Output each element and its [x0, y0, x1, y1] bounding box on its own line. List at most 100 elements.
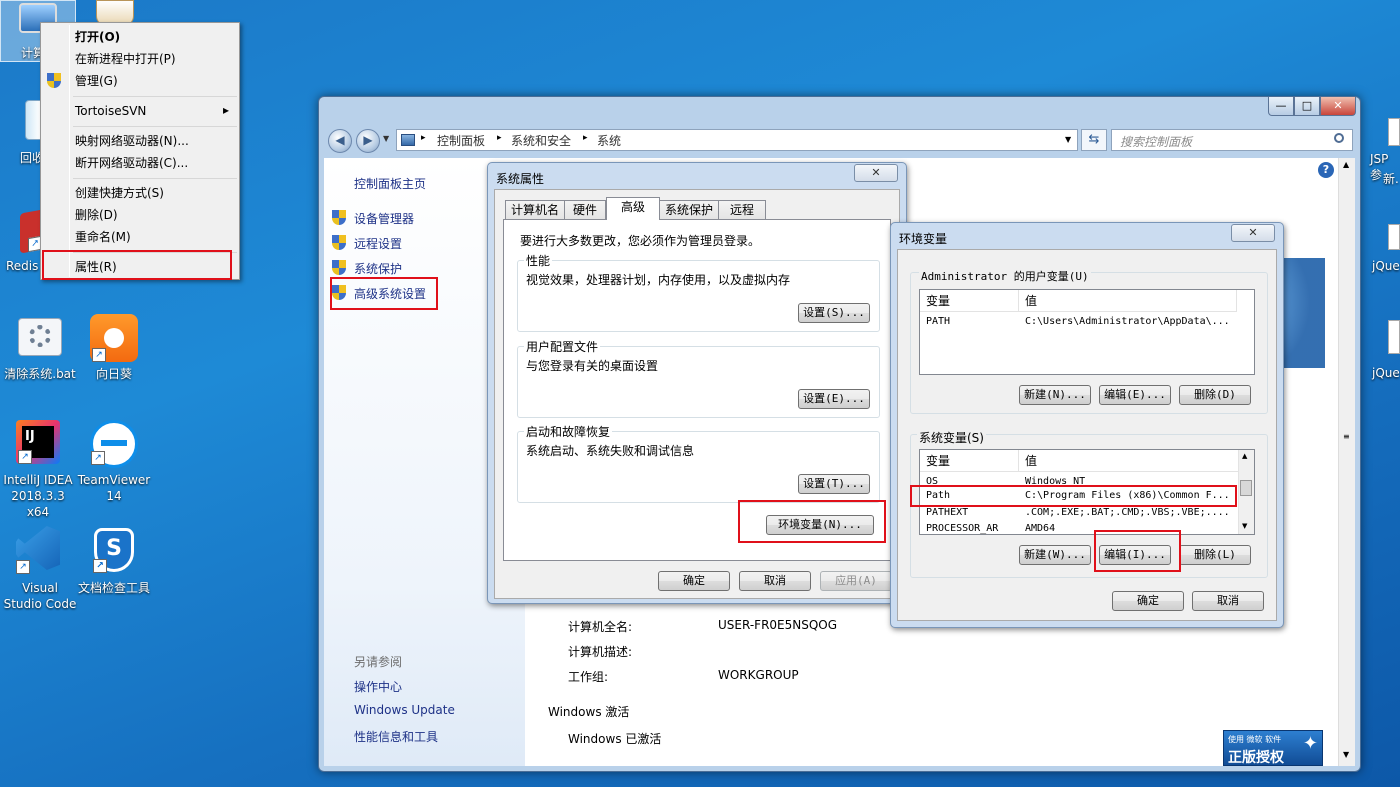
- genuine-badge[interactable]: 使用 微软 软件 正版授权 ✦: [1223, 730, 1323, 766]
- variable-name: PROCESSOR_AR: [926, 523, 999, 534]
- nav-device-manager[interactable]: 设备管理器: [354, 210, 414, 227]
- shortcut-arrow-icon: ↗: [16, 560, 30, 574]
- column-header-name[interactable]: 变量: [920, 290, 1019, 312]
- user-variables-group: Administrator 的用户变量(U) 变量 值 PATH C:\User…: [910, 268, 1268, 414]
- close-button[interactable]: ✕: [854, 164, 898, 182]
- tab-system-protection[interactable]: 系统保护: [659, 200, 719, 220]
- breadcrumb-separator-icon: ▸: [497, 133, 502, 143]
- desktop-icon-teamviewer[interactable]: ↗ TeamViewer 14: [74, 420, 154, 503]
- menu-separator: [73, 178, 237, 179]
- control-panel-icon: [401, 134, 415, 146]
- document-icon[interactable]: [1388, 224, 1400, 250]
- user-delete-button[interactable]: 删除(D): [1179, 385, 1251, 405]
- scroll-up-icon[interactable]: ▲: [1242, 452, 1247, 460]
- back-button[interactable]: ◀: [328, 129, 352, 153]
- tab-remote[interactable]: 远程: [718, 200, 766, 220]
- close-button[interactable]: ✕: [1231, 224, 1275, 242]
- see-also-action-center[interactable]: 操作中心: [354, 678, 402, 695]
- breadcrumb-item[interactable]: 系统和安全: [511, 132, 571, 149]
- activation-heading: Windows 激活: [548, 705, 630, 719]
- admin-note: 要进行大多数更改，您必须作为管理员登录。: [520, 234, 761, 248]
- tab-hardware[interactable]: 硬件: [564, 200, 606, 220]
- user-new-button[interactable]: 新建(N)...: [1019, 385, 1091, 405]
- group-description: 与您登录有关的桌面设置: [526, 359, 659, 373]
- search-input[interactable]: 搜索控制面板: [1111, 129, 1353, 151]
- table-row[interactable]: PATH C:\Users\Administrator\AppData\...: [920, 314, 1254, 330]
- highlight-box: [738, 500, 886, 543]
- system-delete-button[interactable]: 删除(L): [1179, 545, 1251, 565]
- ok-button[interactable]: 确定: [1112, 591, 1184, 611]
- variable-value: .COM;.EXE;.BAT;.CMD;.VBS;.VBE;....: [1025, 507, 1230, 518]
- apply-button[interactable]: 应用(A): [820, 571, 892, 591]
- help-icon[interactable]: ?: [1318, 162, 1334, 178]
- menu-item-manage[interactable]: 管理(G): [75, 71, 118, 91]
- tab-advanced[interactable]: 高级: [606, 197, 660, 220]
- uac-shield-icon: [47, 73, 61, 88]
- user-variables-list[interactable]: 变量 值 PATH C:\Users\Administrator\AppData…: [919, 289, 1255, 375]
- menu-item-rename[interactable]: 重命名(M): [75, 227, 131, 247]
- performance-group: 性能 视觉效果，处理器计划，内存使用，以及虚拟内存 设置(S)...: [517, 252, 880, 332]
- desktop-icon-sunflower[interactable]: ↗ 向日葵: [74, 314, 154, 382]
- table-row[interactable]: PROCESSOR_AR AMD64: [920, 521, 1240, 534]
- menu-item-tortoisesvn[interactable]: TortoiseSVN: [75, 101, 146, 121]
- chevron-down-icon[interactable]: ▼: [383, 134, 389, 143]
- computer-full-name-value: USER-FR0E5NSQOG: [718, 618, 838, 632]
- list-scrollbar[interactable]: ▲ ▼: [1238, 450, 1254, 534]
- variable-value: C:\Users\Administrator\AppData\...: [1025, 316, 1230, 327]
- menu-gutter: [69, 25, 70, 277]
- table-row[interactable]: OS Windows_NT: [920, 472, 1240, 484]
- breadcrumb-item[interactable]: 控制面板: [437, 132, 485, 149]
- nav-system-protection[interactable]: 系统保护: [354, 260, 402, 277]
- desktop-icon-intellij[interactable]: IJ ↗ IntelliJ IDEA 2018.3.3 x64: [0, 420, 78, 519]
- workgroup-label: 工作组:: [568, 670, 609, 684]
- menu-item-map-drive[interactable]: 映射网络驱动器(N)...: [75, 131, 189, 151]
- context-menu: 打开(O) 在新进程中打开(P) 管理(G) TortoiseSVN ▸ 映射网…: [40, 22, 240, 280]
- refresh-button[interactable]: ⇆: [1081, 129, 1107, 151]
- menu-item-open-new-process[interactable]: 在新进程中打开(P): [75, 49, 176, 69]
- cancel-button[interactable]: 取消: [1192, 591, 1264, 611]
- search-icon[interactable]: [1334, 133, 1344, 143]
- scroll-grip-icon[interactable]: ≡: [1343, 432, 1350, 441]
- see-also-windows-update[interactable]: Windows Update: [354, 703, 455, 717]
- menu-item-disconnect-drive[interactable]: 断开网络驱动器(C)...: [75, 153, 188, 173]
- minimize-button[interactable]: —: [1268, 97, 1294, 116]
- user-edit-button[interactable]: 编辑(E)...: [1099, 385, 1171, 405]
- address-dropdown-icon[interactable]: ▼: [1065, 135, 1071, 144]
- startup-settings-button[interactable]: 设置(T)...: [798, 474, 870, 494]
- breadcrumb-item[interactable]: 系统: [597, 132, 621, 149]
- table-row[interactable]: PATHEXT .COM;.EXE;.BAT;.CMD;.VBS;.VBE;..…: [920, 505, 1240, 521]
- address-bar[interactable]: ▸ 控制面板 ▸ 系统和安全 ▸ 系统 ▼: [396, 129, 1078, 151]
- scroll-down-icon[interactable]: ▼: [1343, 750, 1349, 759]
- group-title: 性能: [524, 252, 553, 269]
- column-header-name[interactable]: 变量: [920, 450, 1019, 472]
- scroll-thumb[interactable]: [1240, 480, 1252, 496]
- see-also-performance[interactable]: 性能信息和工具: [354, 728, 438, 745]
- profile-settings-button[interactable]: 设置(E)...: [798, 389, 870, 409]
- menu-item-open[interactable]: 打开(O): [75, 27, 120, 47]
- scroll-down-icon[interactable]: ▼: [1242, 522, 1247, 530]
- desktop-icon-vscode[interactable]: ↗ Visual Studio Code: [0, 526, 78, 611]
- menu-item-delete[interactable]: 删除(D): [75, 205, 118, 225]
- nav-remote-settings[interactable]: 远程设置: [354, 235, 402, 252]
- menu-item-create-shortcut[interactable]: 创建快捷方式(S): [75, 183, 164, 203]
- desktop-icon-doc-checker[interactable]: S ↗ 文档检查工具: [74, 528, 154, 595]
- document-icon[interactable]: [1388, 118, 1400, 146]
- scroll-up-icon[interactable]: ▲: [1343, 160, 1349, 169]
- vertical-scrollbar[interactable]: ▲ ≡ ▼: [1338, 158, 1355, 766]
- system-new-button[interactable]: 新建(W)...: [1019, 545, 1091, 565]
- performance-settings-button[interactable]: 设置(S)...: [798, 303, 870, 323]
- ok-button[interactable]: 确定: [658, 571, 730, 591]
- forward-button[interactable]: ▶: [356, 129, 380, 153]
- document-icon[interactable]: [1388, 320, 1400, 354]
- tab-computer-name[interactable]: 计算机名: [505, 200, 565, 220]
- close-button[interactable]: ✕: [1320, 97, 1356, 116]
- maximize-button[interactable]: □: [1294, 97, 1320, 116]
- startup-recovery-group: 启动和故障恢复 系统启动、系统失败和调试信息 设置(T)...: [517, 423, 880, 503]
- nav-home-link[interactable]: 控制面板主页: [354, 175, 426, 192]
- desktop-icon-bat[interactable]: 清除系统.bat: [0, 318, 80, 381]
- column-header-value[interactable]: 值: [1019, 290, 1237, 312]
- column-header-value[interactable]: 值: [1019, 450, 1240, 472]
- desktop-icon-label: 新.: [1383, 172, 1399, 186]
- menu-separator: [73, 126, 237, 127]
- cancel-button[interactable]: 取消: [739, 571, 811, 591]
